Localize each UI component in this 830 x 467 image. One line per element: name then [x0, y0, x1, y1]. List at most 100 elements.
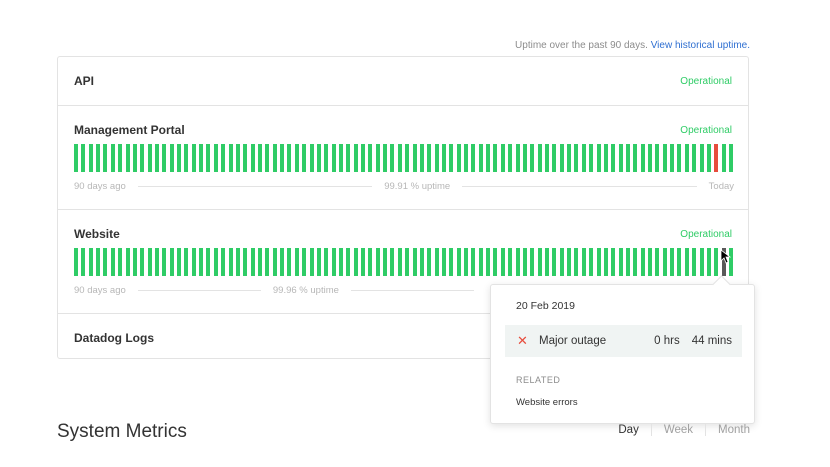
uptime-day-bar[interactable] [324, 144, 329, 172]
uptime-day-bar[interactable] [456, 248, 461, 276]
uptime-day-bar[interactable] [596, 248, 601, 276]
uptime-day-bar[interactable] [706, 144, 711, 172]
uptime-day-bar[interactable] [449, 248, 454, 276]
uptime-day-bar[interactable] [552, 248, 557, 276]
uptime-day-bar[interactable] [191, 248, 196, 276]
uptime-day-bar[interactable] [199, 248, 204, 276]
uptime-day-bar[interactable] [471, 248, 476, 276]
uptime-day-bar[interactable] [464, 144, 469, 172]
uptime-day-bar[interactable] [294, 144, 299, 172]
uptime-day-bar[interactable] [265, 144, 270, 172]
uptime-day-bar[interactable] [250, 248, 255, 276]
uptime-day-bar[interactable] [272, 144, 277, 172]
uptime-day-bar[interactable] [88, 248, 93, 276]
uptime-day-bar[interactable] [346, 144, 351, 172]
uptime-day-bar[interactable] [714, 248, 719, 276]
uptime-day-bar[interactable] [228, 248, 233, 276]
uptime-day-bar[interactable] [677, 248, 682, 276]
uptime-day-bar[interactable] [338, 248, 343, 276]
uptime-day-bar[interactable] [405, 144, 410, 172]
uptime-day-bar[interactable] [110, 248, 115, 276]
uptime-day-bar[interactable] [206, 248, 211, 276]
uptime-day-bar[interactable] [611, 248, 616, 276]
uptime-day-bar[interactable] [331, 248, 336, 276]
uptime-day-bar[interactable] [353, 248, 358, 276]
uptime-day-bar[interactable] [140, 248, 145, 276]
uptime-day-bar[interactable] [265, 248, 270, 276]
tab-month[interactable]: Month [705, 424, 750, 436]
uptime-day-bar[interactable] [486, 144, 491, 172]
uptime-day-bar[interactable] [140, 144, 145, 172]
uptime-day-bar[interactable] [545, 144, 549, 172]
uptime-day-bar[interactable] [618, 248, 623, 276]
uptime-day-bar[interactable] [508, 144, 513, 172]
uptime-day-bar[interactable] [191, 144, 196, 172]
uptime-day-bar[interactable] [567, 248, 572, 276]
uptime-day-bar[interactable] [574, 248, 579, 276]
uptime-day-bar[interactable] [280, 248, 285, 276]
uptime-day-bar[interactable] [243, 248, 248, 276]
uptime-day-bar[interactable] [184, 248, 189, 276]
uptime-day-bar[interactable] [368, 144, 373, 172]
uptime-day-bar[interactable] [287, 144, 292, 172]
uptime-day-bar[interactable] [648, 248, 653, 276]
uptime-day-bar[interactable] [147, 144, 152, 172]
uptime-day-bar[interactable] [338, 144, 343, 172]
uptime-day-bar[interactable] [118, 144, 123, 172]
uptime-day-bar[interactable] [257, 248, 262, 276]
uptime-day-bar[interactable] [280, 144, 285, 172]
uptime-day-bar[interactable] [147, 248, 152, 276]
uptime-day-bar[interactable] [655, 248, 660, 276]
uptime-day-bar[interactable] [574, 144, 579, 172]
uptime-day-bar[interactable] [177, 144, 182, 172]
uptime-day-bar[interactable] [603, 248, 608, 276]
uptime-day-bar[interactable] [419, 248, 424, 276]
uptime-day-bar[interactable] [515, 248, 520, 276]
uptime-day-bar[interactable] [375, 144, 380, 172]
uptime-day-bar[interactable] [287, 248, 292, 276]
uptime-day-bar[interactable] [721, 144, 726, 172]
uptime-day-bar[interactable] [662, 144, 667, 172]
uptime-day-bar[interactable] [456, 144, 461, 172]
view-historical-uptime-link[interactable]: View historical uptime. [651, 40, 750, 51]
uptime-day-bar[interactable] [103, 144, 108, 172]
uptime-day-bar[interactable] [441, 248, 446, 276]
uptime-day-bar[interactable] [603, 144, 608, 172]
uptime-day-bar[interactable] [633, 248, 638, 276]
uptime-day-bar[interactable] [294, 248, 299, 276]
uptime-day-bar[interactable] [228, 144, 233, 172]
uptime-day-bar[interactable] [118, 248, 123, 276]
uptime-day-bar[interactable] [596, 144, 601, 172]
uptime-day-bar[interactable] [324, 248, 329, 276]
uptime-day-bar[interactable] [581, 248, 586, 276]
uptime-day-bar[interactable] [508, 248, 513, 276]
uptime-day-bar[interactable] [412, 248, 417, 276]
uptime-day-bar[interactable] [589, 248, 594, 276]
uptime-day-bar[interactable] [493, 144, 498, 172]
uptime-day-bar[interactable] [309, 248, 314, 276]
uptime-day-bar[interactable] [162, 144, 167, 172]
uptime-day-bar[interactable] [706, 248, 711, 276]
uptime-day-bar[interactable] [235, 248, 240, 276]
uptime-day-bar[interactable] [390, 144, 395, 172]
uptime-day-bar[interactable] [353, 144, 358, 172]
uptime-day-bar[interactable] [684, 144, 689, 172]
tab-week[interactable]: Week [650, 424, 705, 436]
uptime-day-bar[interactable] [559, 144, 564, 172]
uptime-day-bar[interactable] [74, 144, 78, 172]
uptime-day-bar[interactable] [125, 144, 130, 172]
uptime-day-bar[interactable] [74, 248, 78, 276]
uptime-day-bar[interactable] [670, 144, 675, 172]
uptime-day-bar[interactable] [272, 248, 277, 276]
uptime-day-bar[interactable] [677, 144, 682, 172]
uptime-day-bar[interactable] [206, 144, 211, 172]
uptime-day-bar[interactable] [375, 248, 380, 276]
uptime-day-bar[interactable] [412, 144, 417, 172]
uptime-day-bar[interactable] [728, 144, 733, 172]
uptime-day-bar[interactable] [96, 248, 101, 276]
uptime-day-bar[interactable] [515, 144, 520, 172]
uptime-day-bar[interactable] [184, 144, 189, 172]
uptime-day-bar[interactable] [545, 248, 549, 276]
uptime-day-bar[interactable] [221, 144, 226, 172]
uptime-day-bar[interactable] [154, 144, 159, 172]
